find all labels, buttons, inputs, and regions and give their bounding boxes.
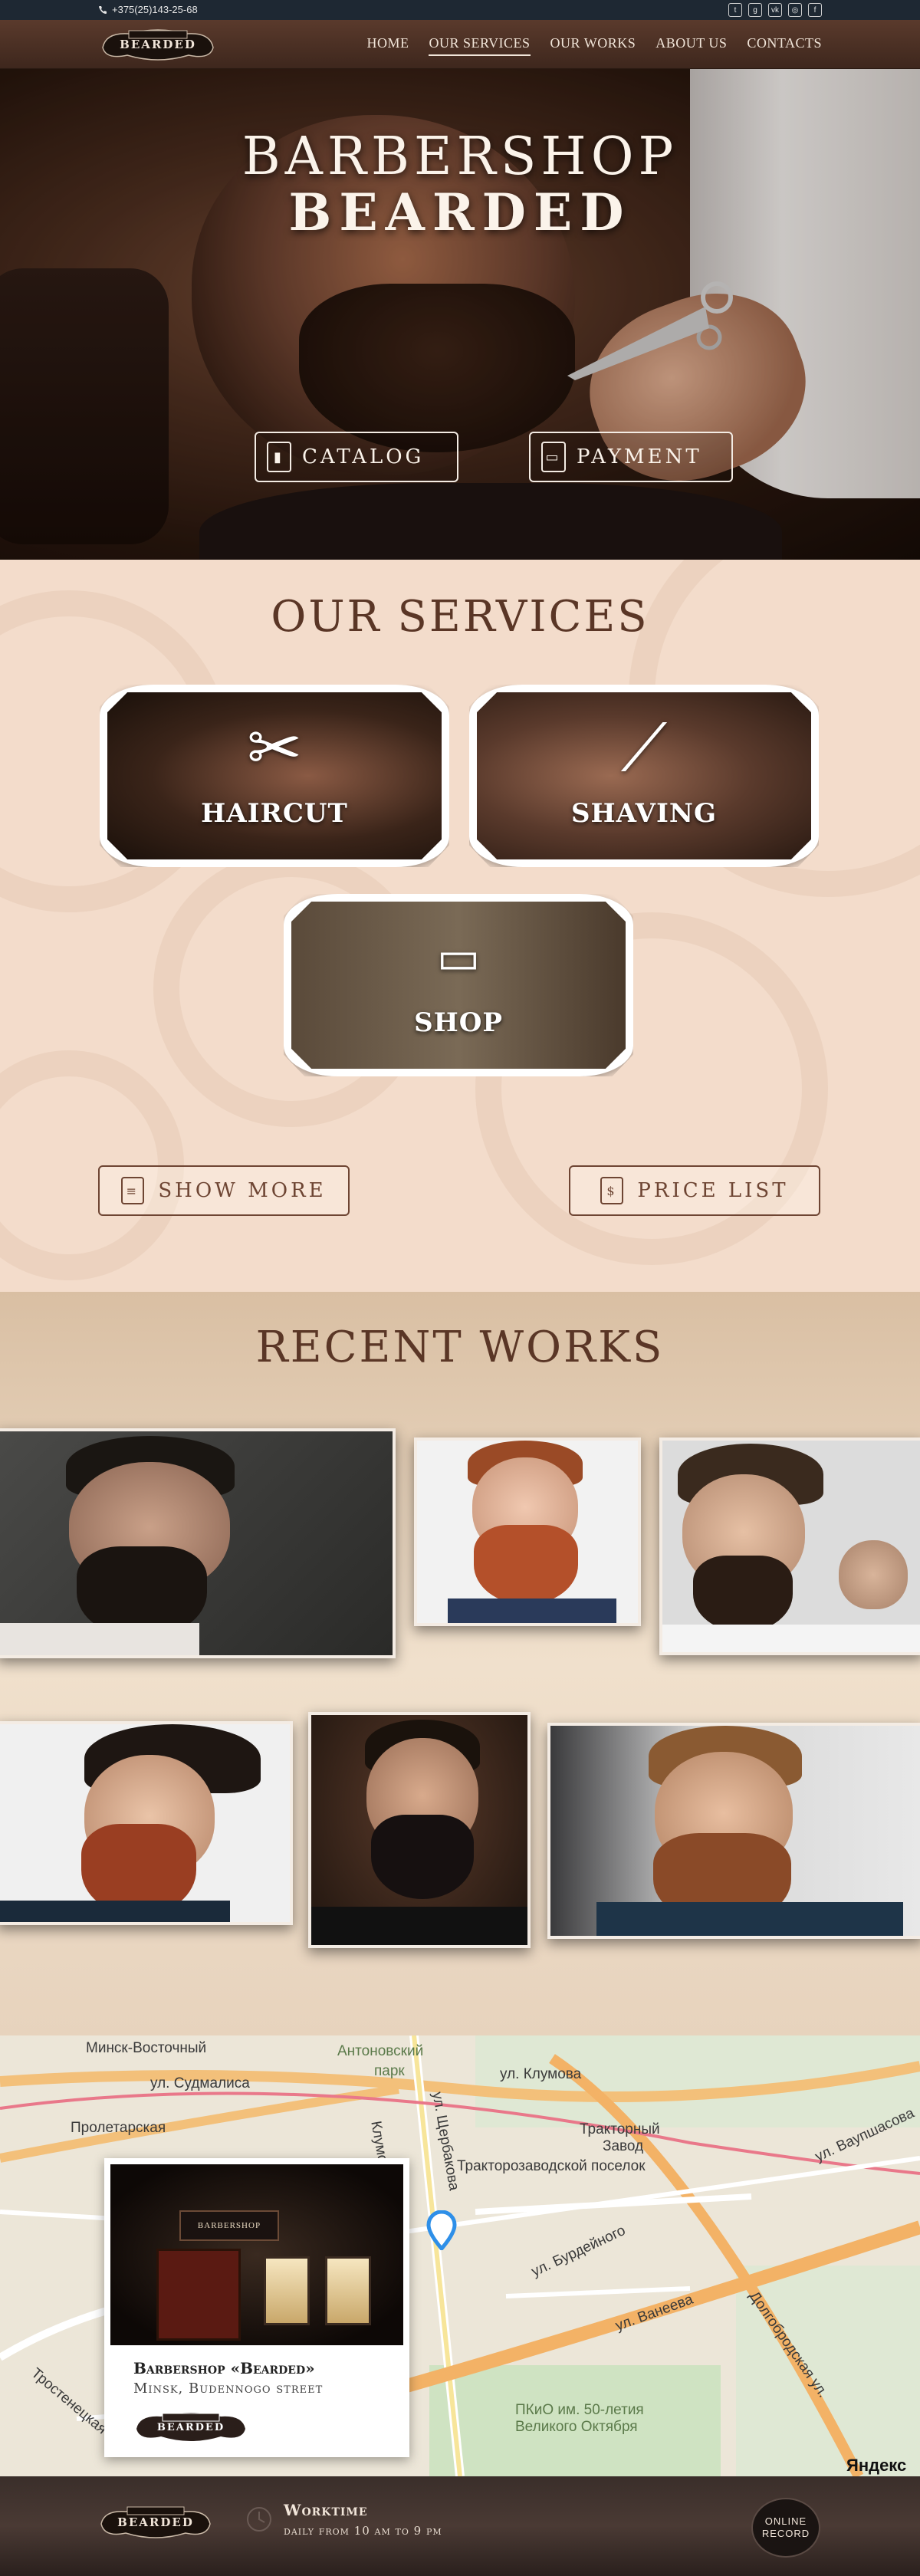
service-tile-haircut[interactable]: ✂ HAIRCUT	[100, 685, 449, 867]
yandex-logo[interactable]: Яндекс	[846, 2456, 906, 2476]
work-photo[interactable]	[0, 1428, 396, 1658]
price-tag-icon: $	[600, 1177, 624, 1204]
instagram-icon[interactable]: ◎	[788, 3, 802, 17]
service-tile-shop[interactable]: ▭ SHOP	[284, 894, 633, 1076]
list-icon: ≡	[121, 1177, 145, 1204]
map-label: Тракторный	[580, 2121, 660, 2137]
phone-number[interactable]: +375(25)143-25-68	[112, 4, 198, 15]
price-list-button[interactable]: $ PRICE LIST	[569, 1165, 820, 1216]
map-label: парк	[374, 2063, 405, 2079]
recent-works-section: RECENT WORKS	[0, 1292, 920, 2036]
footer-logo-text: BEARDED	[117, 2515, 194, 2529]
card-logo-text: BEARDED	[157, 2422, 225, 2433]
nav-item-contacts[interactable]: CONTACTS	[747, 35, 822, 56]
location-title: Barbershop «Bearded»	[133, 2359, 315, 2377]
map-label: Минск-Восточный	[86, 2040, 207, 2056]
nav-item-home[interactable]: HOME	[366, 35, 409, 56]
hero-title: BARBERSHOP	[242, 127, 678, 187]
logo-text: BEARDED	[120, 38, 196, 51]
service-tile-label: SHAVING	[571, 798, 717, 829]
phone-contact[interactable]: +375(25)143-25-68	[98, 4, 198, 15]
map-label: ул. Клумова	[500, 2066, 582, 2082]
shop-sign-text: BARBERSHOP	[197, 2221, 261, 2230]
works-title: RECENT WORKS	[255, 1322, 665, 1372]
location-address: Minsk, Budennogo street	[133, 2380, 324, 2397]
map-label: ПКиО им. 50-летия	[515, 2402, 644, 2418]
site-logo[interactable]: BEARDED	[98, 25, 218, 64]
location-map[interactable]: Минск-Восточный ул. Судмалиса Пролетарск…	[0, 2036, 920, 2476]
map-label: Завод	[603, 2138, 644, 2154]
hero-subtitle: BEARDED	[288, 182, 632, 242]
services-title: OUR SERVICES	[271, 592, 649, 642]
wallet-icon: ▭	[541, 442, 566, 472]
work-photo[interactable]	[308, 1712, 531, 1948]
service-tile-shaving[interactable]: ⟋ SHAVING	[469, 685, 819, 867]
card-logo: BEARDED	[136, 2413, 245, 2441]
work-photo[interactable]	[414, 1438, 641, 1626]
show-more-label: SHOW MORE	[158, 1179, 327, 1202]
social-links: t g vk ◎ f	[728, 3, 822, 17]
map-label: Великого Октября	[515, 2419, 638, 2435]
top-bar: +375(25)143-25-68 t g vk ◎ f	[0, 0, 920, 20]
book-icon: ▮	[267, 442, 291, 472]
footer: BEARDED Worktime daily from 10 am to 9 p…	[0, 2476, 920, 2576]
work-photo[interactable]	[0, 1721, 293, 1925]
nav-item-our-services[interactable]: OUR SERVICES	[429, 35, 531, 56]
payment-button-label: PAYMENT	[577, 445, 702, 468]
facebook-icon[interactable]: f	[808, 3, 822, 17]
phone-icon	[99, 5, 107, 14]
nav-menu: HOME OUR SERVICES OUR WORKS ABOUT US CON…	[366, 35, 822, 56]
worktime-hours: daily from 10 am to 9 pm	[284, 2524, 442, 2538]
footer-logo[interactable]: BEARDED	[98, 2499, 213, 2545]
worktime-label: Worktime	[284, 2501, 368, 2519]
clock-icon	[247, 2507, 271, 2532]
service-tile-label: SHOP	[414, 1007, 503, 1038]
location-card: BARBERSHOP Barbershop «Bearded» Minsk, B…	[104, 2158, 409, 2457]
catalog-button-label: CATALOG	[302, 445, 425, 468]
service-tile-label: HAIRCUT	[201, 798, 348, 829]
nav-item-about-us[interactable]: ABOUT US	[656, 35, 727, 56]
twitter-icon[interactable]: t	[728, 3, 742, 17]
online-record-button[interactable]: ONLINE RECORD	[751, 2498, 820, 2558]
scissors-comb-icon: ✂	[246, 710, 303, 787]
map-label: ул. Судмалиса	[150, 2075, 250, 2091]
shop-photo: BARBERSHOP	[110, 2164, 403, 2345]
work-photo[interactable]	[659, 1438, 920, 1655]
show-more-button[interactable]: ≡ SHOW MORE	[98, 1165, 350, 1216]
map-label: Тракторозаводской поселок	[457, 2158, 646, 2174]
catalog-button[interactable]: ▮ CATALOG	[255, 432, 458, 482]
blade-icon: ▭	[436, 931, 481, 984]
map-label: Пролетарская	[71, 2120, 166, 2136]
price-list-label: PRICE LIST	[637, 1179, 789, 1202]
map-label: Антоновский	[337, 2043, 424, 2059]
online-record-line1: ONLINE	[764, 2515, 807, 2527]
razor-icon: ⟋	[620, 710, 668, 787]
online-record-line2: RECORD	[761, 2528, 810, 2539]
main-navigation: BEARDED HOME OUR SERVICES OUR WORKS ABOU…	[0, 20, 920, 69]
hero-banner: BARBERSHOP BEARDED ▮ CATALOG ▭ PAYMENT	[0, 69, 920, 560]
google-plus-icon[interactable]: g	[748, 3, 762, 17]
nav-item-our-works[interactable]: OUR WORKS	[550, 35, 636, 56]
vk-icon[interactable]: vk	[768, 3, 782, 17]
map-pin-icon[interactable]	[426, 2210, 457, 2250]
work-photo[interactable]	[547, 1723, 920, 1939]
payment-button[interactable]: ▭ PAYMENT	[529, 432, 733, 482]
